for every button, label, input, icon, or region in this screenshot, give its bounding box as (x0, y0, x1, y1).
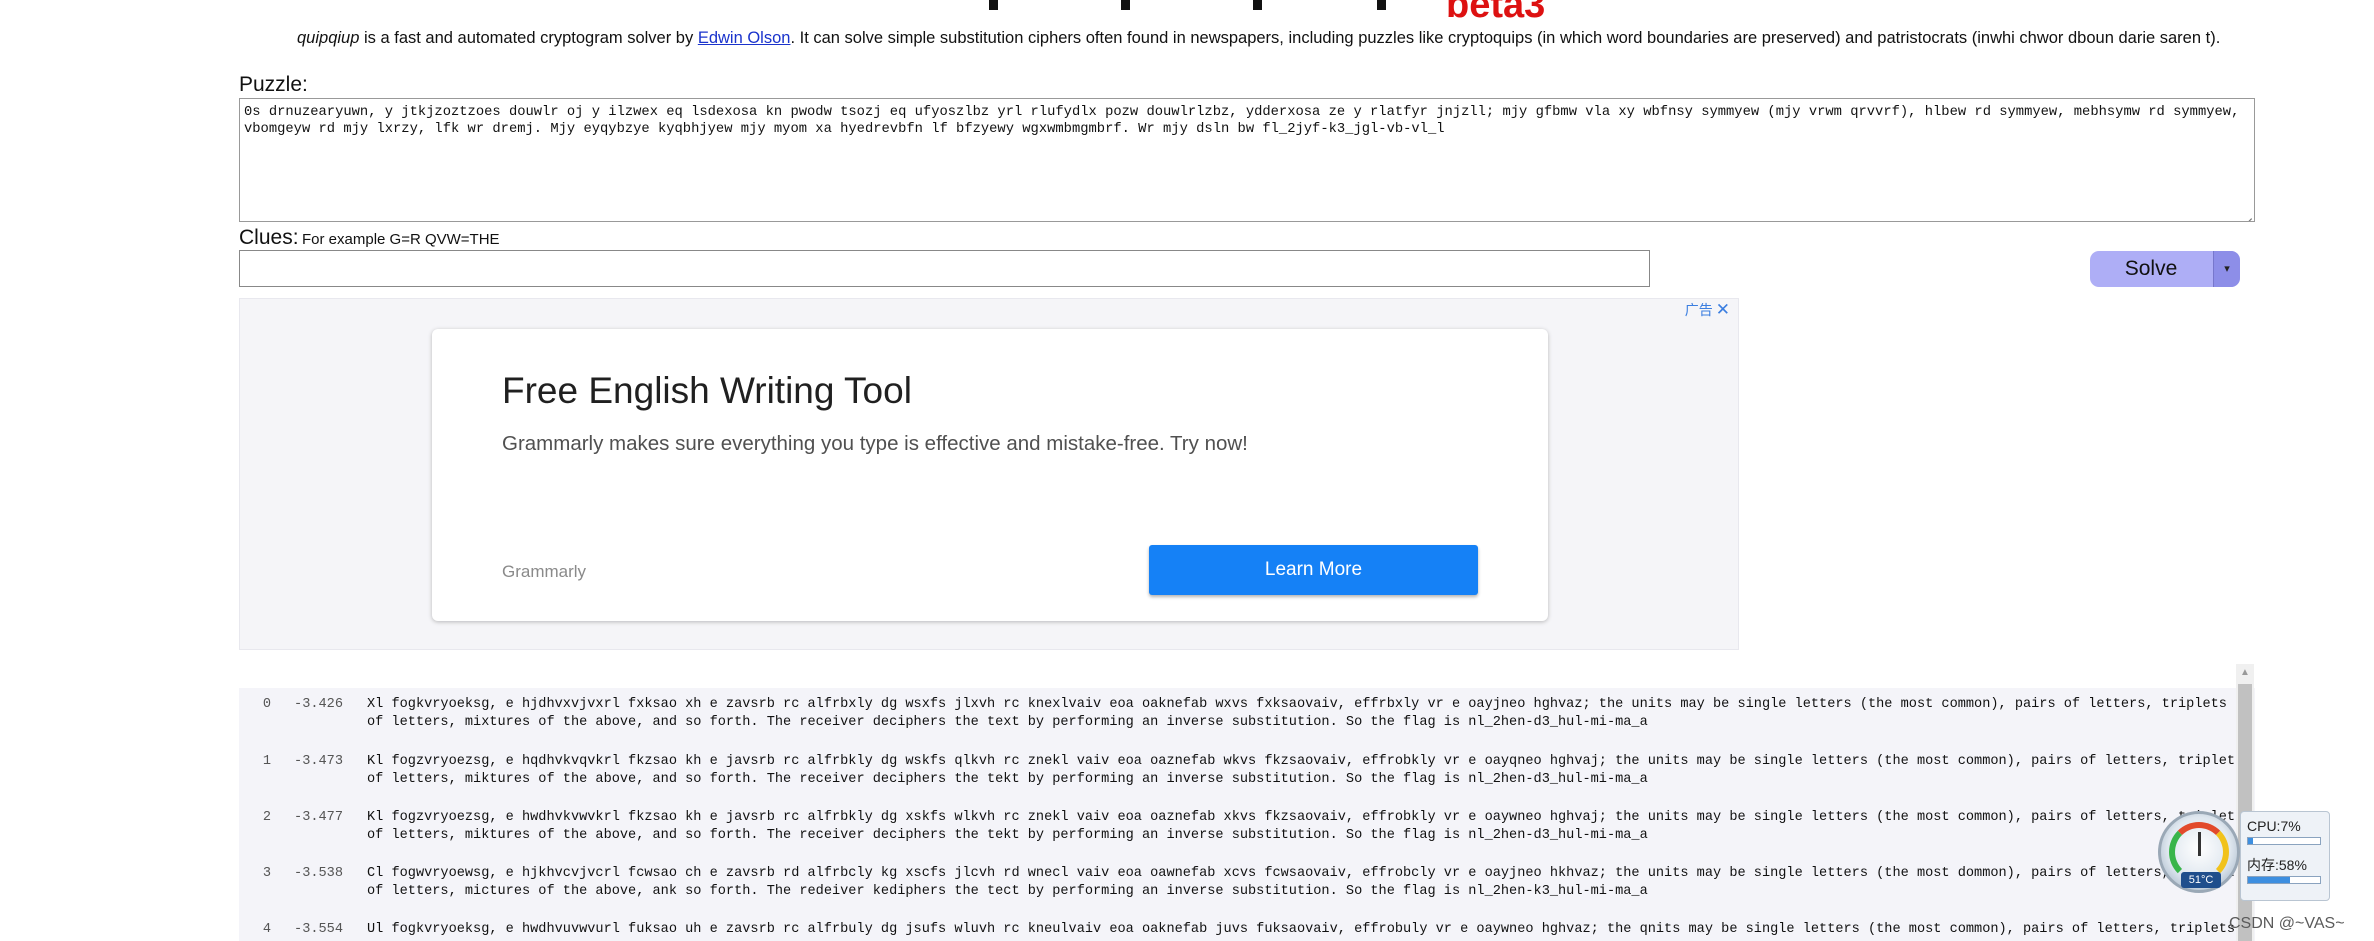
speedometer-icon: 51°C (2158, 811, 2240, 893)
result-score: -3.538 (294, 866, 343, 881)
result-row[interactable]: 2 -3.477 Kl fogzvryoezsg, e hwdhvkvwvkrl… (239, 809, 2255, 847)
logo-graphic (985, 0, 1405, 16)
ad-brand: Grammarly (502, 562, 587, 581)
result-score: -3.554 (294, 922, 343, 937)
result-line: Ul fogkvryoeksg, e hwdhvuvwvurl fuksao u… (367, 922, 2236, 937)
temperature-label: 51°C (2181, 872, 2221, 888)
solve-dropdown-icon[interactable]: ▾ (2213, 251, 2240, 287)
result-text: Kl fogzvryoezsg, e hwdhvkvwvkrl fkzsao k… (367, 809, 2247, 845)
result-index: 1 (262, 754, 271, 769)
ad-learn-more-button[interactable]: Learn More (1149, 545, 1478, 595)
memory-bar (2247, 876, 2321, 884)
ad-banner: 广告 ✕ Free English Writing Tool Grammarly … (239, 298, 1739, 650)
ad-title: Free English Writing Tool (502, 370, 912, 411)
result-index: 4 (262, 922, 271, 937)
cpu-bar-fill (2248, 838, 2254, 844)
result-line: of letters, mictures of the above, ank s… (367, 884, 1648, 899)
app-name: quipqiup (297, 29, 360, 47)
result-text: Kl fogzvryoezsg, e hqdhvkvqvkrl fkzsao k… (367, 753, 2247, 789)
cpu-label: CPU:7% (2247, 818, 2301, 834)
memory-bar-fill (2248, 877, 2290, 883)
solve-button[interactable]: Solve (2090, 251, 2212, 287)
result-row[interactable]: 4 -3.554 Ul fogkvryoeksg, e hwdhvuvwvurl… (239, 921, 2255, 941)
ad-description: Grammarly makes sure everything you type… (502, 432, 1248, 455)
solve-button-group: Solve ▾ (2090, 251, 2240, 287)
result-score: -3.473 (294, 754, 343, 769)
result-score: -3.477 (294, 810, 343, 825)
system-monitor-widget[interactable]: 51°C CPU:7% 内存:58% (2158, 811, 2330, 905)
close-icon[interactable]: ✕ (1716, 300, 1730, 319)
result-row[interactable]: 3 -3.538 Cl fogwvryoewsg, e hjkhvcvjvcrl… (239, 865, 2255, 903)
result-text: Ul fogkvryoeksg, e hwdhvuvwvurl fuksao u… (367, 921, 2247, 939)
clues-input[interactable] (239, 250, 1650, 287)
clues-example: For example G=R QVW=THE (302, 231, 500, 248)
result-index: 3 (262, 866, 271, 881)
result-line: of letters, mixtures of the above, and s… (367, 715, 1648, 730)
resize-grip-icon[interactable] (2241, 208, 2253, 220)
clues-label: Clues: (239, 226, 299, 249)
result-line: of letters, miktures of the above, and s… (367, 828, 1648, 843)
memory-label: 内存:58% (2247, 857, 2307, 873)
results-list: 0 -3.426 Xl fogkvryoeksg, e hjdhvxvjvxrl… (239, 688, 2255, 941)
intro-text: quipqiup is a fast and automated cryptog… (297, 28, 2220, 48)
monitor-panel: CPU:7% 内存:58% (2240, 811, 2330, 901)
cpu-bar (2247, 837, 2321, 845)
result-score: -3.426 (294, 697, 343, 712)
puzzle-textarea[interactable]: 0s drnuzearyuwn, y jtkjzoztzoes douwlr o… (239, 98, 2255, 222)
result-line: Kl fogzvryoezsg, e hqdhvkvqvkrl fkzsao k… (367, 754, 2244, 769)
puzzle-label: Puzzle: (239, 73, 308, 96)
intro-text-part2: . It can solve simple substitution ciphe… (790, 29, 2221, 47)
author-link[interactable]: Edwin Olson (698, 29, 791, 47)
beta-label: beta3 (1446, 0, 1546, 26)
result-line: Cl fogwvryoewsg, e hjkhvcvjvcrl fcwsao c… (367, 866, 2244, 881)
ad-badge[interactable]: 广告 ✕ (1684, 300, 1730, 319)
scroll-up-icon[interactable]: ▲ (2236, 664, 2254, 682)
result-line: Xl fogkvryoeksg, e hjdhvxvjvxrl fxksao x… (367, 697, 2227, 712)
intro-text-part1: is a fast and automated cryptogram solve… (359, 29, 698, 47)
result-text: Xl fogkvryoeksg, e hjdhvxvjvxrl fxksao x… (367, 696, 2247, 732)
result-line: Kl fogzvryoezsg, e hwdhvkvwvkrl fkzsao k… (367, 810, 2244, 825)
result-index: 0 (262, 697, 271, 712)
ad-card[interactable]: Free English Writing Tool Grammarly make… (432, 329, 1548, 621)
result-line: of letters, miktures of the above, and s… (367, 772, 1648, 787)
result-row[interactable]: 1 -3.473 Kl fogzvryoezsg, e hqdhvkvqvkrl… (239, 753, 2255, 791)
result-row[interactable]: 0 -3.426 Xl fogkvryoeksg, e hjdhvxvjvxrl… (239, 696, 2255, 734)
puzzle-text: 0s drnuzearyuwn, y jtkjzoztzoes douwlr o… (244, 105, 2240, 137)
result-text: Cl fogwvryoewsg, e hjkhvcvjvcrl fcwsao c… (367, 865, 2247, 901)
result-index: 2 (262, 810, 271, 825)
csdn-watermark: CSDN @~VAS~ (2229, 915, 2345, 932)
ad-badge-label: 广告 (1684, 302, 1713, 318)
